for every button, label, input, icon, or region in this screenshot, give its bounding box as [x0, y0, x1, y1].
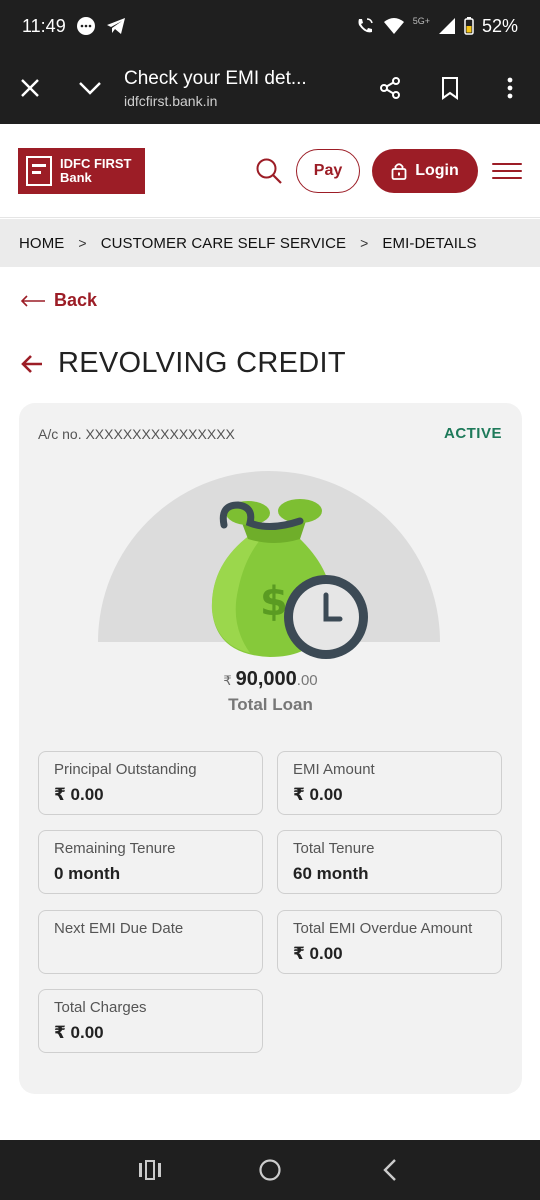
tile-total-emi-overdue: Total EMI Overdue Amount ₹ 0.00: [277, 910, 502, 974]
money-bag-illustration: $: [190, 495, 370, 665]
chevron-down-icon: [79, 82, 101, 95]
telegram-icon: [106, 17, 126, 35]
browser-toolbar: Check your EMI det... idfcfirst.bank.in: [0, 52, 540, 124]
wifi-icon: [383, 17, 405, 35]
tile-label: EMI Amount: [293, 761, 375, 778]
currency-symbol: ₹: [223, 673, 232, 688]
back-chevron-icon: [383, 1159, 396, 1181]
loan-details-card: A/c no. XXXXXXXXXXXXXXXX ACTIVE $ ₹90,00…: [19, 403, 522, 1094]
tile-label: Remaining Tenure: [54, 840, 176, 857]
bank-logo[interactable]: IDFC FIRST Bank: [18, 147, 145, 194]
svg-text:$: $: [260, 579, 288, 625]
lock-icon: [391, 162, 407, 180]
arrow-left-icon[interactable]: [20, 354, 44, 374]
tile-label: Principal Outstanding: [54, 761, 197, 778]
home-button[interactable]: [240, 1140, 300, 1200]
menu-icon: [492, 162, 522, 165]
browser-url: idfcfirst.bank.in: [124, 92, 218, 109]
back-label: Back: [54, 290, 98, 310]
tile-label: Next EMI Due Date: [54, 920, 184, 937]
amount-main: 90,000: [235, 668, 297, 690]
clock-time: 11:49: [22, 15, 66, 36]
status-bar: 11:49 5G+ 52%: [0, 0, 540, 52]
breadcrumb-separator: >: [78, 235, 87, 251]
browser-title-area[interactable]: Check your EMI det... idfcfirst.bank.in: [120, 68, 360, 109]
home-circle-icon: [259, 1159, 281, 1181]
page-title-row: REVOLVING CREDIT: [20, 347, 346, 380]
hamburger-menu-button[interactable]: [492, 149, 522, 193]
network-type: 5G+: [412, 16, 430, 26]
system-navigation-bar: [0, 1140, 540, 1200]
tile-emi-amount: EMI Amount ₹ 0.00: [277, 751, 502, 815]
back-link[interactable]: Back: [20, 290, 97, 311]
battery-level: 52%: [481, 15, 518, 36]
login-button[interactable]: Login: [372, 148, 478, 193]
tile-total-tenure: Total Tenure 60 month: [277, 830, 502, 894]
search-button[interactable]: [254, 149, 284, 193]
tile-principal-outstanding: Principal Outstanding ₹ 0.00: [38, 751, 263, 815]
tile-value: 60 month: [293, 864, 369, 883]
status-badge: ACTIVE: [443, 425, 502, 442]
more-vert-icon: [507, 77, 513, 99]
tile-value: ₹ 0.00: [293, 944, 343, 963]
tile-total-charges: Total Charges ₹ 0.00: [38, 989, 263, 1053]
browser-page-title: Check your EMI det...: [124, 67, 307, 89]
logo-mark-icon: [26, 155, 52, 186]
breadcrumb-emi-details: EMI-DETAILS: [382, 234, 477, 252]
tile-label: Total EMI Overdue Amount: [293, 920, 473, 937]
breadcrumb-separator: >: [360, 235, 369, 251]
page-title: REVOLVING CREDIT: [58, 347, 346, 379]
tile-value: ₹ 0.00: [54, 1023, 104, 1042]
tile-label: Total Charges: [54, 999, 147, 1016]
tile-label: Total Tenure: [293, 840, 375, 857]
pay-button[interactable]: Pay: [296, 148, 360, 193]
tile-next-emi-due-date: Next EMI Due Date: [38, 910, 263, 974]
search-icon: [256, 158, 282, 184]
recent-apps-button[interactable]: [120, 1140, 180, 1200]
total-loan-amount: ₹90,000.00: [19, 668, 522, 691]
breadcrumb-customer-care[interactable]: CUSTOMER CARE SELF SERVICE: [101, 235, 346, 252]
signal-icon: [438, 17, 456, 35]
breadcrumb-home[interactable]: HOME: [19, 235, 64, 252]
back-nav-button[interactable]: [360, 1140, 420, 1200]
total-loan-caption: Total Loan: [228, 695, 313, 714]
tile-value: ₹ 0.00: [293, 785, 343, 804]
share-button[interactable]: [360, 52, 420, 124]
close-icon: [21, 79, 39, 97]
amount-decimal: .00: [296, 672, 318, 689]
tile-value: ₹ 0.00: [54, 785, 104, 804]
battery-icon: [464, 17, 474, 35]
long-arrow-left-icon: [20, 294, 45, 307]
tile-remaining-tenure: Remaining Tenure 0 month: [38, 830, 263, 894]
more-options-button[interactable]: [480, 52, 540, 124]
tile-value: 0 month: [54, 864, 121, 883]
recent-apps-icon: [139, 1160, 161, 1180]
wifi-call-icon: [355, 16, 375, 36]
site-header: IDFC FIRST Bank Pay Login: [0, 124, 540, 218]
bookmark-icon: [442, 77, 458, 100]
bookmark-button[interactable]: [420, 52, 480, 124]
logo-line2: Bank: [60, 169, 92, 185]
messenger-icon: [76, 16, 96, 36]
logo-line1: IDFC FIRST: [60, 155, 132, 171]
login-label: Login: [415, 161, 459, 179]
minimize-tab-button[interactable]: [60, 52, 120, 124]
close-tab-button[interactable]: [0, 52, 60, 124]
share-icon: [380, 77, 400, 99]
account-number: A/c no. XXXXXXXXXXXXXXXX: [38, 426, 235, 442]
breadcrumb: HOME > CUSTOMER CARE SELF SERVICE > EMI-…: [0, 219, 540, 267]
